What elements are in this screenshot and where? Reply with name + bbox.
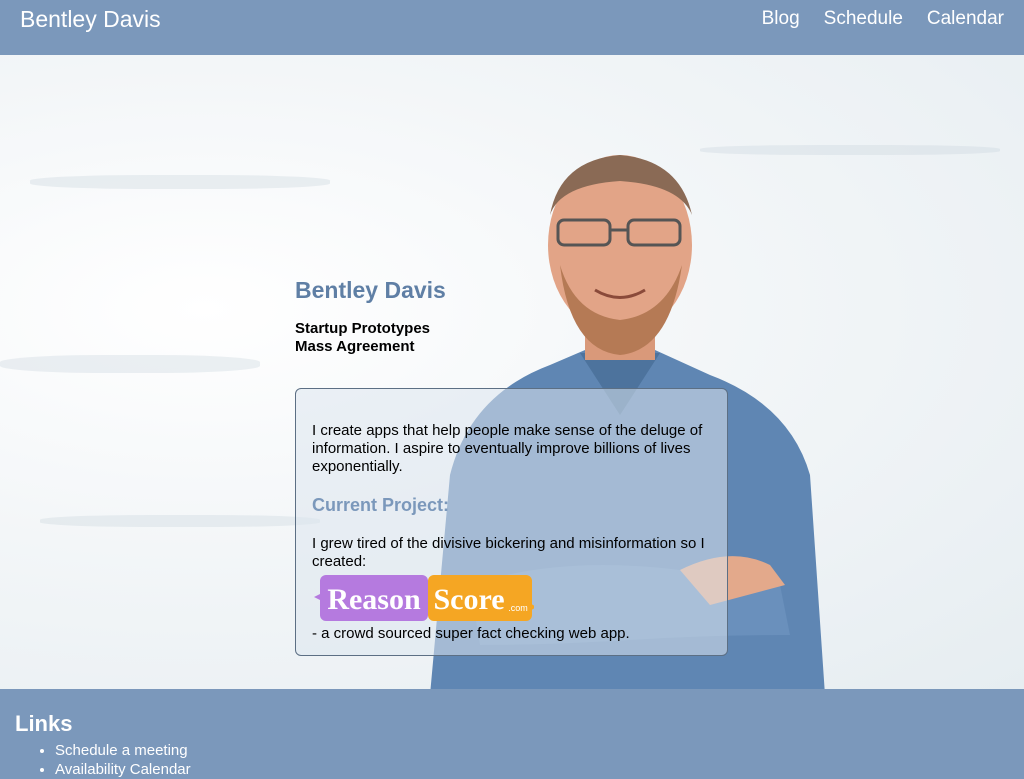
subtitle-line: Mass Agreement bbox=[295, 338, 415, 355]
schedule-meeting-link[interactable]: Schedule a meeting bbox=[55, 742, 188, 759]
intro-card: I create apps that help people make sens… bbox=[295, 388, 728, 656]
links-list: Schedule a meeting Availability Calendar bbox=[15, 741, 191, 779]
links-heading: Links bbox=[15, 711, 73, 736]
wall-texture bbox=[0, 355, 260, 373]
subtitle-line: Startup Prototypes bbox=[295, 320, 431, 337]
nav-calendar-link[interactable]: Calendar bbox=[927, 8, 1004, 30]
nav-blog-link[interactable]: Blog bbox=[762, 8, 800, 30]
project-tail-text: - a crowd sourced super fact checking we… bbox=[312, 625, 630, 642]
nav-schedule-link[interactable]: Schedule bbox=[824, 8, 903, 30]
top-navbar: Bentley Davis Blog Schedule Calendar bbox=[0, 0, 1024, 55]
project-description: I grew tired of the divisive bickering a… bbox=[312, 535, 705, 570]
svg-text:Reason: Reason bbox=[327, 583, 421, 616]
list-item: Availability Calendar bbox=[55, 760, 191, 779]
current-project-heading: Current Project: bbox=[312, 495, 450, 515]
availability-calendar-link[interactable]: Availability Calendar bbox=[55, 761, 191, 778]
nav-links: Blog Schedule Calendar bbox=[762, 8, 1004, 30]
svg-text:Score: Score bbox=[433, 583, 504, 616]
brand-link[interactable]: Bentley Davis bbox=[20, 6, 161, 33]
hero-section: Bentley Davis Startup Prototypes Mass Ag… bbox=[0, 55, 1024, 689]
hero-subtitle: Startup Prototypes Mass Agreement bbox=[295, 320, 430, 356]
svg-text:.com: .com bbox=[508, 603, 528, 613]
wall-texture bbox=[30, 175, 330, 189]
wall-texture bbox=[40, 515, 320, 527]
hero-name-heading: Bentley Davis bbox=[295, 277, 446, 303]
reasonscore-logo[interactable]: Reason Score .com bbox=[314, 573, 534, 623]
intro-text: I create apps that help people make sens… bbox=[312, 422, 703, 475]
list-item: Schedule a meeting bbox=[55, 741, 191, 760]
